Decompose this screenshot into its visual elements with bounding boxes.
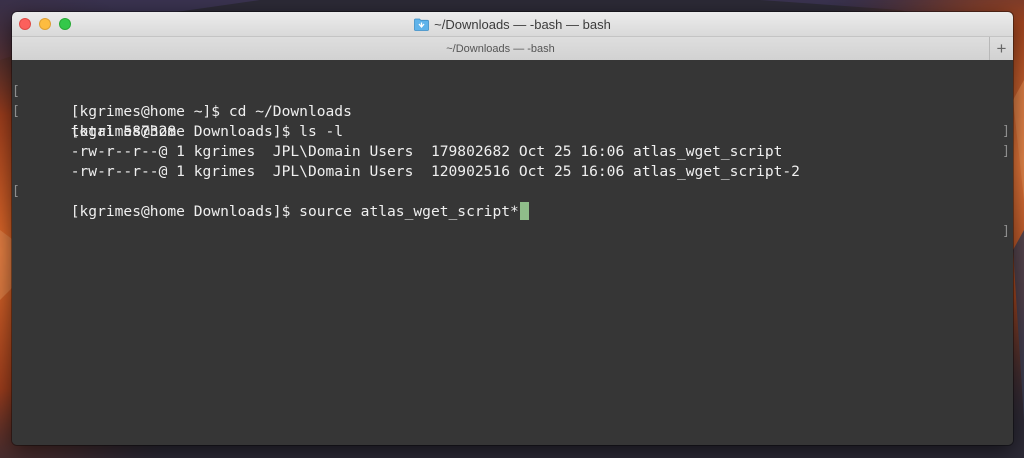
- terminal-line-active: [ [kgrimes@home Downloads]$ source atlas…: [12, 162, 1013, 239]
- window-title: ~/Downloads — -bash — bash: [12, 12, 1013, 36]
- terminal-line: [ [kgrimes@home ~]$ cd ~/Downloads ]: [12, 62, 1013, 139]
- terminal-window: ~/Downloads — -bash — bash ~/Downloads —…: [12, 12, 1013, 445]
- mark-bracket-left: [: [12, 184, 20, 199]
- folder-icon: [414, 18, 430, 31]
- terminal-output[interactable]: [ [kgrimes@home ~]$ cd ~/Downloads ] [ […: [12, 60, 1013, 445]
- new-tab-button[interactable]: +: [989, 37, 1013, 60]
- terminal-line: [ [kgrimes@home Downloads]$ ls -l ]: [12, 82, 1013, 159]
- window-title-text: ~/Downloads — -bash — bash: [434, 16, 611, 32]
- terminal-line: total 587328: [12, 102, 1013, 140]
- title-bar[interactable]: ~/Downloads — -bash — bash: [12, 12, 1013, 37]
- mark-bracket-right: ]: [1002, 224, 1010, 239]
- tab-bar: ~/Downloads — -bash +: [12, 37, 1013, 61]
- terminal-line: -rw-r--r--@ 1 kgrimes JPL\Domain Users 1…: [12, 122, 1013, 160]
- terminal-line: -rw-r--r--@ 1 kgrimes JPL\Domain Users 1…: [12, 142, 1013, 180]
- tab-label: ~/Downloads — -bash: [446, 42, 555, 55]
- tab-downloads[interactable]: ~/Downloads — -bash: [12, 37, 989, 60]
- plus-icon: +: [996, 39, 1007, 58]
- terminal-line-text: [kgrimes@home Downloads]$ source atlas_w…: [70, 203, 519, 220]
- text-cursor: [519, 202, 529, 220]
